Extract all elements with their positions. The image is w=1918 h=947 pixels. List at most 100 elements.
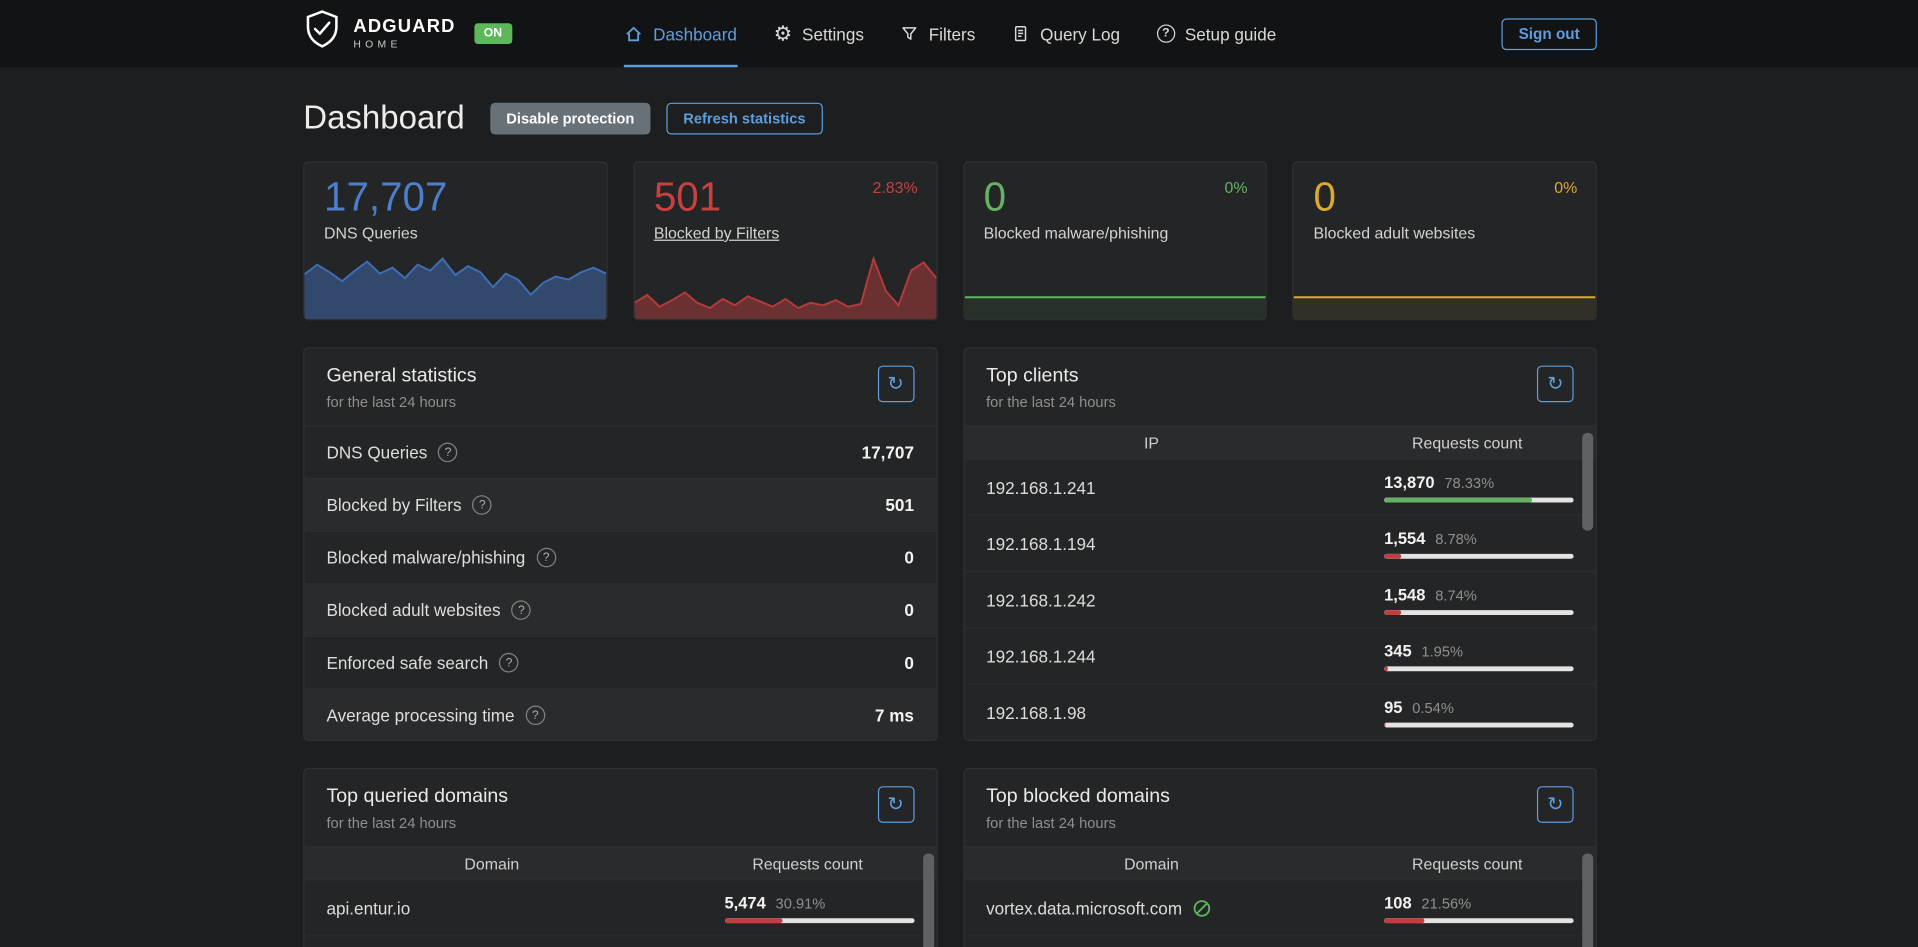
nav-item-dashboard[interactable]: Dashboard	[624, 0, 737, 67]
stat-cards: 17,707 DNS Queries 2.83% 501 Blocked by …	[303, 161, 1597, 320]
stat-row: Average processing time? 7 ms	[304, 688, 936, 741]
blocked-icon	[1192, 898, 1212, 918]
domain-row: vortex.data.microsoft.com 108 21.56%	[964, 880, 1596, 936]
scrollbar-thumb[interactable]	[1582, 433, 1593, 531]
nav-label: Setup guide	[1185, 24, 1276, 44]
top-queried-domains-card: Top queried domains for the last 24 hour…	[303, 768, 937, 947]
refresh-icon: ↻	[887, 372, 903, 396]
refresh-icon: ↻	[887, 792, 903, 816]
progress-bar	[1384, 918, 1574, 923]
stat-row: Enforced safe search? 0	[304, 636, 936, 689]
stat-row-value: 0	[904, 653, 914, 673]
stat-row: DNS Queries? 17,707	[304, 425, 936, 478]
scrollbar-thumb[interactable]	[1582, 853, 1593, 947]
refresh-card-button[interactable]: ↻	[1537, 786, 1574, 823]
stat-row: Blocked malware/phishing? 0	[304, 531, 936, 584]
stat-row-label: Average processing time	[326, 705, 514, 725]
brand-name: ADGUARD	[353, 17, 455, 37]
stat-row-value: 501	[885, 495, 914, 515]
protection-status-badge: ON	[474, 23, 512, 44]
page-title: Dashboard	[303, 99, 465, 137]
domain-name[interactable]: api.entur.io	[326, 898, 724, 918]
request-percent: 0.54%	[1412, 699, 1454, 716]
main-nav: Dashboard ⚙ Settings Filters	[624, 0, 1276, 67]
scrollbar[interactable]	[923, 850, 934, 947]
nav-label: Settings	[802, 24, 864, 44]
table-header: IP Requests count	[964, 425, 1596, 459]
refresh-card-button[interactable]: ↻	[877, 366, 914, 403]
stat-row-label: Enforced safe search	[326, 653, 488, 673]
general-statistics-card: General statistics for the last 24 hours…	[303, 347, 937, 741]
help-icon[interactable]: ?	[499, 653, 519, 673]
scrollbar-thumb[interactable]	[923, 853, 934, 947]
stat-percent: 0%	[1224, 179, 1247, 197]
stat-row-label: Blocked adult websites	[326, 600, 500, 620]
client-ip[interactable]: 192.168.1.194	[986, 534, 1384, 554]
scrollbar[interactable]	[1582, 429, 1593, 735]
scrollbar[interactable]	[1582, 850, 1593, 947]
request-count: 95	[1384, 698, 1402, 716]
help-circle-icon: ?	[1157, 24, 1175, 42]
refresh-card-button[interactable]: ↻	[1537, 366, 1574, 403]
blocked-malware-sparkline	[964, 252, 1266, 319]
help-icon[interactable]: ?	[438, 443, 458, 463]
help-icon[interactable]: ?	[526, 705, 546, 725]
brand-sub: HOME	[353, 39, 455, 50]
stat-percent: 2.83%	[873, 179, 918, 197]
top-blocked-domains-card: Top blocked domains for the last 24 hour…	[963, 768, 1597, 947]
column-header-domain: Domain	[964, 854, 1339, 872]
help-icon[interactable]: ?	[536, 548, 556, 568]
navbar: ADGUARD HOME ON Dashboard ⚙ Settings	[0, 0, 1918, 67]
disable-protection-button[interactable]: Disable protection	[490, 102, 650, 134]
card-subtitle: for the last 24 hours	[326, 394, 476, 411]
client-ip[interactable]: 192.168.1.98	[986, 702, 1384, 722]
stat-label: DNS Queries	[304, 220, 606, 242]
adguard-home-logo[interactable]: ADGUARD HOME ON	[303, 10, 512, 58]
top-clients-table: 192.168.1.241 13,870 78.33% 192.168.1.19…	[964, 460, 1596, 741]
card-title: General statistics	[326, 366, 476, 388]
domain-name[interactable]: vortex.data.microsoft.com	[986, 898, 1182, 918]
request-count: 1,554	[1384, 529, 1425, 547]
request-percent: 8.78%	[1435, 530, 1477, 547]
nav-item-filters[interactable]: Filters	[901, 0, 976, 67]
sign-out-button[interactable]: Sign out	[1501, 18, 1596, 50]
stat-row: Blocked adult websites? 0	[304, 583, 936, 636]
nav-item-query-log[interactable]: Query Log	[1012, 0, 1120, 67]
stat-row-label: Blocked malware/phishing	[326, 548, 525, 568]
table-header: Domain Requests count	[304, 846, 936, 880]
request-count: 345	[1384, 641, 1412, 659]
help-icon[interactable]: ?	[473, 495, 493, 515]
top-blocked-domains-table: vortex.data.microsoft.com 108 21.56%	[964, 880, 1596, 936]
nav-item-settings[interactable]: ⚙ Settings	[774, 0, 864, 67]
help-icon[interactable]: ?	[512, 600, 532, 620]
request-count: 108	[1384, 893, 1412, 911]
request-count: 1,548	[1384, 585, 1425, 603]
dashboard-panels: General statistics for the last 24 hours…	[303, 347, 1597, 947]
client-ip[interactable]: 192.168.1.244	[986, 646, 1384, 666]
stat-label: Blocked adult websites	[1294, 220, 1596, 242]
top-clients-card: Top clients for the last 24 hours ↻ IP R…	[963, 347, 1597, 741]
refresh-card-button[interactable]: ↻	[877, 786, 914, 823]
blocked-by-filters-sparkline	[634, 252, 936, 319]
client-row: 192.168.1.194 1,554 8.78%	[964, 516, 1596, 572]
domain-row: api.entur.io 5,474 30.91%	[304, 880, 936, 936]
nav-label: Filters	[929, 24, 976, 44]
column-header-requests: Requests count	[1339, 854, 1596, 872]
refresh-statistics-button[interactable]: Refresh statistics	[666, 102, 823, 134]
stat-row: Blocked by Filters? 501	[304, 478, 936, 531]
request-count: 5,474	[724, 893, 765, 911]
client-ip[interactable]: 192.168.1.241	[986, 477, 1384, 497]
general-statistics-table: DNS Queries? 17,707 Blocked by Filters? …	[304, 425, 936, 740]
client-ip[interactable]: 192.168.1.242	[986, 590, 1384, 610]
dns-queries-sparkline	[304, 252, 606, 319]
nav-item-setup-guide[interactable]: ? Setup guide	[1157, 0, 1276, 67]
blocked-by-filters-link[interactable]: Blocked by Filters	[634, 220, 936, 242]
progress-bar	[1384, 610, 1574, 615]
stat-row-value: 0	[904, 548, 914, 568]
progress-bar	[1384, 666, 1574, 671]
stat-card-blocked-adult: 0% 0 Blocked adult websites	[1293, 161, 1597, 320]
stat-label: Blocked malware/phishing	[964, 220, 1266, 242]
client-row: 192.168.1.244 345 1.95%	[964, 628, 1596, 684]
stat-card-blocked-by-filters: 2.83% 501 Blocked by Filters	[633, 161, 937, 320]
blocked-adult-sparkline	[1294, 252, 1596, 319]
